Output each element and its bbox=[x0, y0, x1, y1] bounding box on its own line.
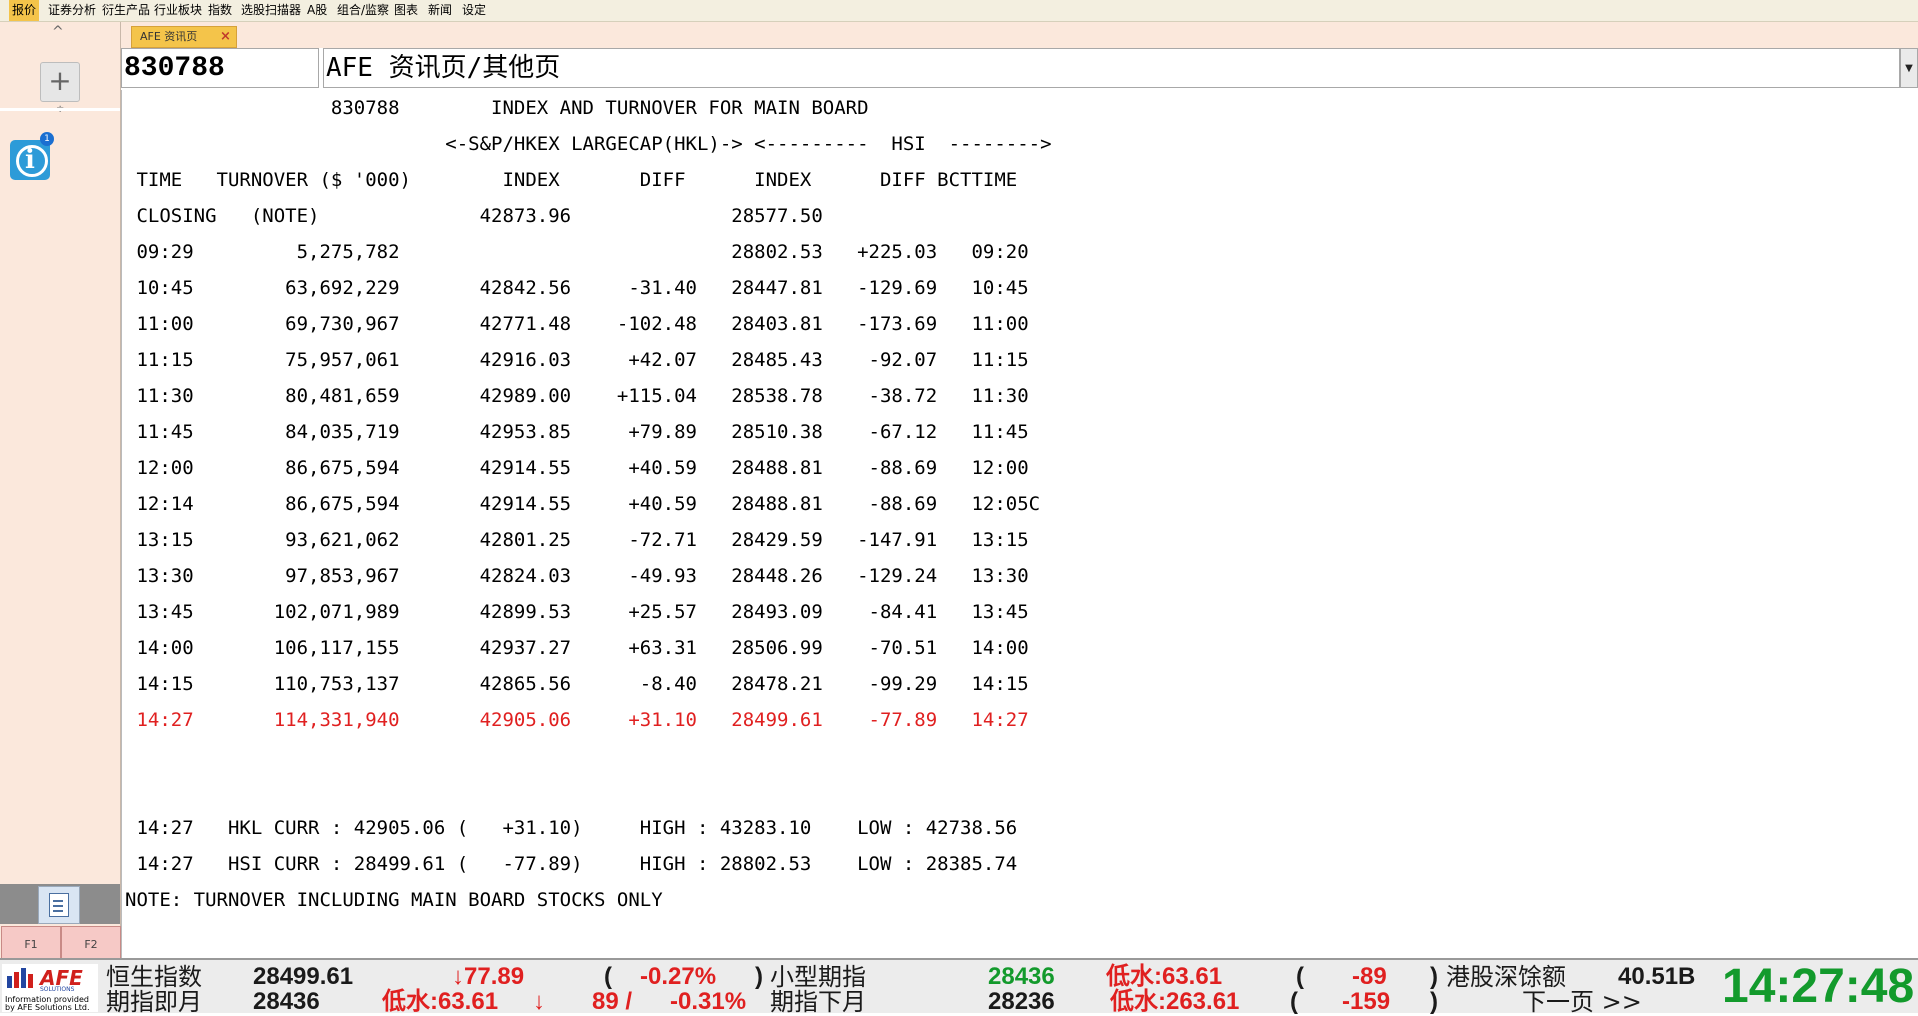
report-row: 14:15 110,753,137 42865.56 -8.40 28478.2… bbox=[125, 673, 1029, 695]
document-icon-line bbox=[53, 900, 63, 902]
menu-item-settings[interactable]: 设定 bbox=[459, 0, 489, 21]
afe-logo: AFE SOLUTIONS Information provided by AF… bbox=[2, 964, 98, 1012]
document-view-button[interactable] bbox=[38, 886, 80, 924]
tab-close-icon[interactable]: × bbox=[220, 27, 231, 47]
mini-futures-change: -89 bbox=[1352, 963, 1387, 990]
connect-balance-label: 港股深馀额 bbox=[1446, 963, 1566, 991]
report-row: 11:00 69,730,967 42771.48 -102.48 28403.… bbox=[125, 313, 1029, 335]
page-title: AFE 资讯页/其他页 bbox=[323, 48, 1900, 88]
info-icon[interactable]: i bbox=[10, 140, 50, 180]
report-row: CLOSING (NOTE) 42873.96 28577.50 bbox=[125, 205, 823, 227]
clock: 14:27:48 bbox=[1722, 960, 1915, 1013]
futures-next-month-basis: 低水:263.61 bbox=[1110, 988, 1240, 1015]
notification-badge: 1 bbox=[40, 132, 54, 146]
menu-item-news[interactable]: 新闻 bbox=[425, 0, 455, 21]
document-icon-line bbox=[53, 910, 63, 912]
mini-change-close: ) bbox=[1430, 963, 1438, 990]
futures-current-month-value: 28436 bbox=[253, 988, 320, 1015]
futures-current-month-basis: 低水:63.61 bbox=[382, 988, 499, 1015]
mini-change-open: ( bbox=[1296, 963, 1304, 990]
afe-logo-subtext: SOLUTIONS bbox=[40, 986, 75, 993]
menu-item-charts[interactable]: 图表 bbox=[391, 0, 421, 21]
hsi-label: 恒生指数 bbox=[106, 963, 202, 991]
futures-next-month-label: 期指下月 bbox=[770, 988, 866, 1016]
afe-logo-footer: Information provided by AFE Solutions Lt… bbox=[5, 995, 90, 1012]
menu-item-a-shares[interactable]: A股 bbox=[304, 0, 330, 21]
report-note: NOTE: TURNOVER INCLUDING MAIN BOARD STOC… bbox=[125, 889, 663, 911]
futures-current-month-label: 期指即月 bbox=[106, 988, 202, 1016]
add-button[interactable]: + bbox=[40, 62, 80, 102]
afe-logo-bars-icon bbox=[7, 968, 33, 988]
report-column-headers: TIME TURNOVER ($ '000) INDEX DIFF INDEX … bbox=[125, 169, 1018, 191]
report-row: 11:30 80,481,659 42989.00 +115.04 28538.… bbox=[125, 385, 1029, 407]
main-menu-bar: 报价 证券分析 衍生产品 行业板块 指数 选股扫描器 A股 组合/监察 图表 新… bbox=[0, 0, 1918, 22]
menu-item-stock-screener[interactable]: 选股扫描器 bbox=[238, 0, 304, 21]
left-sidebar: ^ + ≑ i 1 bbox=[0, 22, 121, 958]
hsi-pct: -0.27% bbox=[640, 963, 717, 990]
tab-bar: AFE 资讯页 × bbox=[121, 22, 1918, 48]
page-code-input[interactable]: 830788 bbox=[121, 48, 319, 88]
hsi-pct-close: ) bbox=[755, 963, 763, 990]
hsi-pct-open: ( bbox=[604, 963, 612, 990]
menu-item-portfolio-monitor[interactable]: 组合/监察 bbox=[334, 0, 392, 21]
futures-current-month-change: 89 / bbox=[592, 988, 633, 1015]
menu-item-sectors[interactable]: 行业板块 bbox=[151, 0, 205, 21]
report-row: 12:00 86,675,594 42914.55 +40.59 28488.8… bbox=[125, 457, 1029, 479]
report-row: 09:29 5,275,782 28802.53 +225.03 09:20 bbox=[125, 241, 1029, 263]
mini-futures-label: 小型期指 bbox=[770, 963, 866, 991]
report-row: 11:15 75,957,061 42916.03 +42.07 28485.4… bbox=[125, 349, 1029, 371]
report-summary-hsi: 14:27 HSI CURR : 28499.61 ( -77.89) HIGH… bbox=[125, 853, 1018, 875]
mini-futures-value: 28436 bbox=[988, 963, 1055, 990]
report-page: 830788 INDEX AND TURNOVER FOR MAIN BOARD… bbox=[121, 90, 1918, 960]
page-dropdown-button[interactable]: ▼ bbox=[1900, 48, 1918, 88]
next-change-open: ( bbox=[1290, 988, 1298, 1015]
report-row: 13:30 97,853,967 42824.03 -49.93 28448.2… bbox=[125, 565, 1029, 587]
futures-next-month-change: -159 bbox=[1342, 988, 1391, 1015]
menu-item-derivatives[interactable]: 衍生产品 bbox=[99, 0, 153, 21]
report-row: 12:14 86,675,594 42914.55 +40.59 28488.8… bbox=[125, 493, 1041, 515]
document-icon-line bbox=[53, 905, 63, 907]
report-row-latest: 14:27 114,331,940 42905.06 +31.10 28499.… bbox=[125, 709, 1029, 731]
report-row: 14:00 106,117,155 42937.27 +63.31 28506.… bbox=[125, 637, 1029, 659]
info-ring bbox=[16, 145, 48, 177]
next-page-button[interactable]: 下一页 >> bbox=[1522, 989, 1642, 1015]
tab-afe-info-page[interactable]: AFE 资讯页 × bbox=[131, 26, 237, 48]
down-arrow-icon: ↓ bbox=[533, 988, 545, 1015]
mini-futures-basis: 低水:63.61 bbox=[1106, 963, 1223, 990]
futures-next-month-value: 28236 bbox=[988, 988, 1055, 1015]
report-summary-hkl: 14:27 HKL CURR : 42905.06 ( +31.10) HIGH… bbox=[125, 817, 1018, 839]
connect-balance-value: 40.51B bbox=[1618, 963, 1696, 990]
sidebar-divider bbox=[0, 108, 120, 111]
tab-label: AFE 资讯页 bbox=[140, 30, 198, 43]
collapse-up-icon[interactable]: ^ bbox=[52, 24, 64, 40]
report-header-line: 830788 INDEX AND TURNOVER FOR MAIN BOARD bbox=[125, 97, 869, 119]
report-row: 13:45 102,071,989 42899.53 +25.57 28493.… bbox=[125, 601, 1029, 623]
hsi-value: 28499.61 bbox=[253, 963, 354, 990]
report-header-line: <-S&P/HKEX LARGECAP(HKL)-> <--------- HS… bbox=[125, 133, 1052, 155]
hsi-change: ↓77.89 bbox=[452, 963, 525, 990]
report-row: 10:45 63,692,229 42842.56 -31.40 28447.8… bbox=[125, 277, 1029, 299]
menu-item-securities-analysis[interactable]: 证券分析 bbox=[45, 0, 99, 21]
next-change-close: ) bbox=[1430, 988, 1438, 1015]
futures-current-month-pct: -0.31% bbox=[670, 988, 747, 1015]
menu-item-quotes[interactable]: 报价 bbox=[9, 0, 40, 21]
menu-item-indices[interactable]: 指数 bbox=[205, 0, 235, 21]
report-row: 13:15 93,621,062 42801.25 -72.71 28429.5… bbox=[125, 529, 1029, 551]
report-row: 11:45 84,035,719 42953.85 +79.89 28510.3… bbox=[125, 421, 1029, 443]
